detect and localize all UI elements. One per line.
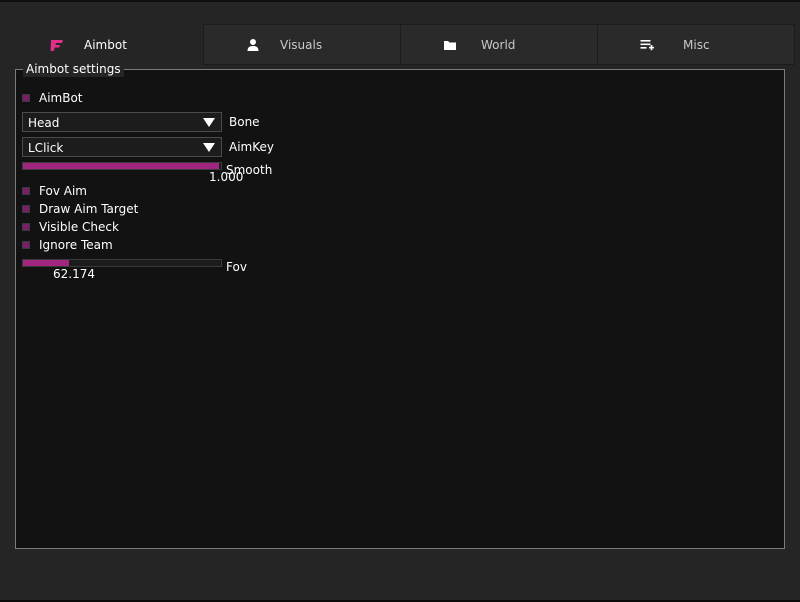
visible-check-label: Visible Check [39,220,119,234]
aimkey-label: AimKey [229,140,274,154]
tab-aimbot-label: Aimbot [84,38,127,52]
folder-icon [442,37,458,53]
checkbox-indicator[interactable] [22,223,30,231]
fov-aim-label: Fov Aim [39,184,87,198]
aimkey-select[interactable]: LClick [22,137,222,157]
ignore-team-label: Ignore Team [39,238,113,252]
checkbox-indicator[interactable] [22,241,30,249]
tab-aimbot[interactable]: Aimbot [6,24,204,65]
fov-value: 62.174 [53,267,95,281]
tab-world[interactable]: World [400,24,598,65]
tab-misc[interactable]: Misc [597,24,795,65]
checkbox-indicator[interactable] [22,187,30,195]
tab-misc-label: Misc [683,38,710,52]
bone-select[interactable]: Head [22,112,222,132]
checkbox-indicator[interactable] [22,94,30,102]
aimbot-icon [49,37,65,53]
draw-aim-target-label: Draw Aim Target [39,202,139,216]
checkbox-indicator[interactable] [22,205,30,213]
aimkey-select-value: LClick [28,141,64,155]
bone-select-value: Head [28,116,60,130]
tab-world-label: World [481,38,516,52]
fov-label: Fov [226,260,247,274]
list-add-icon [639,37,655,53]
smooth-slider-fill [23,163,220,169]
user-icon [245,37,261,53]
aimbot-checkbox-label: AimBot [39,91,83,105]
dropdown-arrow-icon [203,143,215,152]
tab-visuals[interactable]: Visuals [203,24,401,65]
bone-label: Bone [229,115,260,129]
smooth-slider[interactable] [22,162,222,170]
aimbot-settings-title: Aimbot settings [23,61,124,77]
smooth-value: 1.000 [209,170,244,184]
tab-visuals-label: Visuals [280,38,323,52]
dropdown-arrow-icon [203,118,215,127]
window-top-border [0,0,800,2]
fov-slider-fill [23,260,69,266]
fov-slider[interactable] [22,259,222,267]
